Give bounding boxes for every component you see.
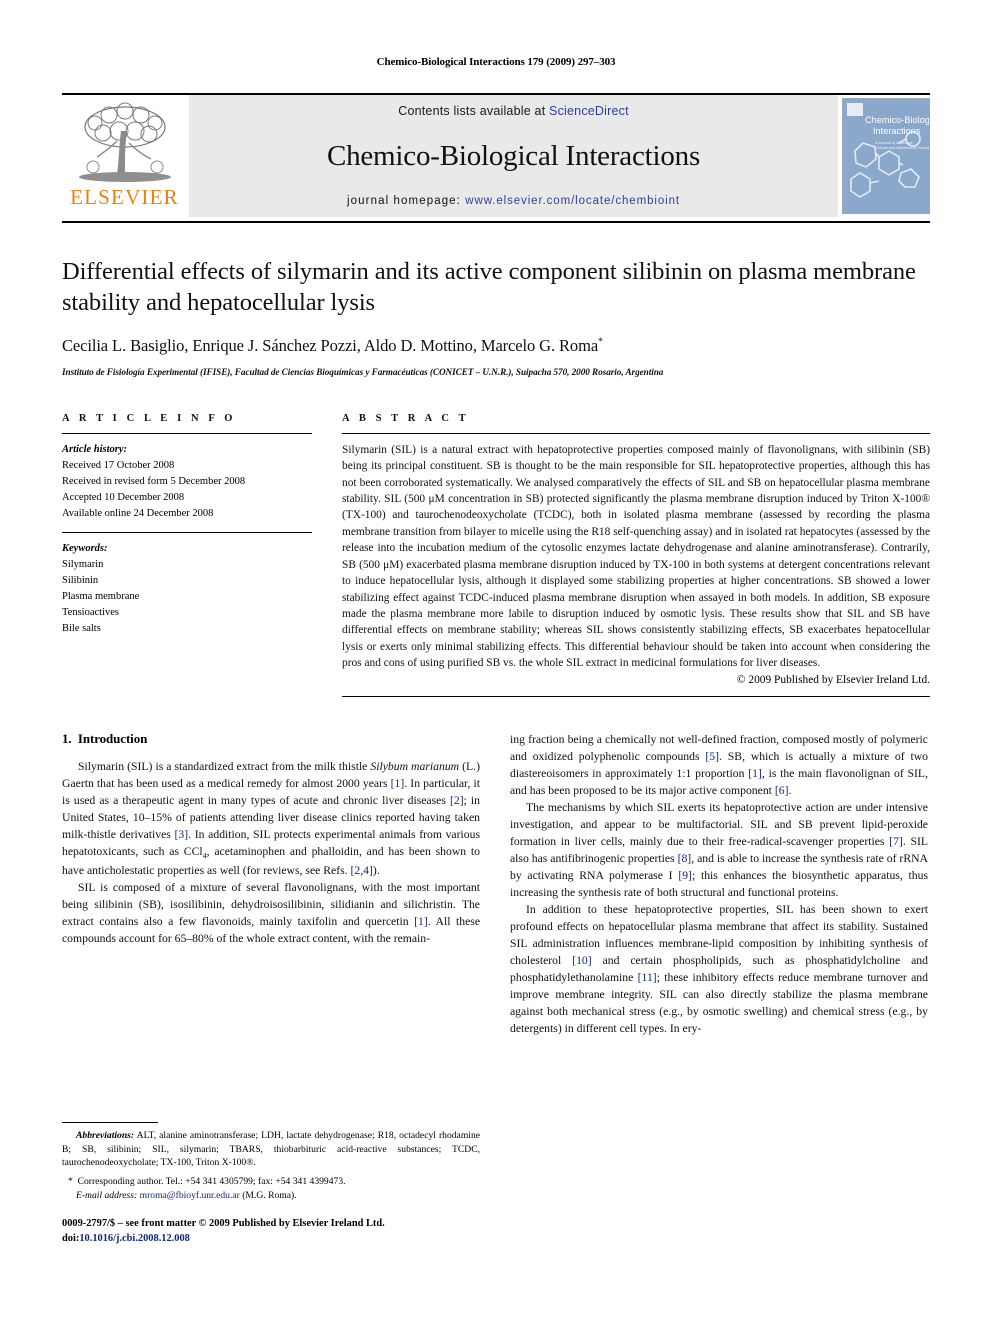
citation-ref[interactable]: [8]: [678, 852, 692, 865]
author-names: Cecilia L. Basiglio, Enrique J. Sánchez …: [62, 335, 599, 355]
section-title-text: Introduction: [77, 730, 148, 746]
corresponding-text: Corresponding author. Tel.: +54 341 4305…: [77, 1175, 346, 1187]
affiliation: Instituto de Fisiología Experimental (IF…: [62, 366, 664, 377]
doi-line: doi:10.1016/j.cbi.2008.12.008: [62, 1232, 492, 1247]
article-info-column: A R T I C L E I N F O Article history: R…: [62, 413, 312, 697]
history-item: Available online 24 December 2008: [62, 507, 214, 519]
journal-cover-thumbnail[interactable]: Chemico-Biological Interactions A Journa…: [842, 95, 930, 217]
species-name: Silybum marianum: [370, 759, 460, 773]
elsevier-tree-icon: [78, 102, 171, 182]
intro-paragraph-3: ing fraction being a chemically not well…: [510, 732, 928, 797]
abbreviations-label: Abbreviations:: [76, 1130, 135, 1141]
journal-article-page: Chemico-Biological Interactions 179 (200…: [0, 0, 992, 1323]
svg-text:Cellular and Biochemical Toxic: Cellular and Biochemical Toxicology: [875, 146, 929, 150]
article-title: Differential effects of silymarin and it…: [62, 258, 916, 317]
sciencedirect-banner: Contents lists available at ScienceDirec…: [189, 95, 838, 217]
citation-ref[interactable]: [2,4]: [351, 864, 373, 877]
contents-prefix-text: Contents lists available at: [398, 104, 550, 118]
svg-text:Interactions: Interactions: [873, 126, 921, 136]
keyword-item: Silymarin: [62, 559, 104, 571]
journal-title: Chemico-Biological Interactions: [326, 140, 701, 172]
corresponding-author-footnote: * Corresponding author. Tel.: +54 341 43…: [62, 1175, 480, 1189]
keywords-block: Keywords: Silymarin Silibinin Plasma mem…: [62, 541, 312, 637]
intro-paragraph-1: Silymarin (SIL) is a standardized extrac…: [62, 759, 481, 877]
section-number: 1.: [62, 730, 72, 746]
keyword-item: Tensioactives: [62, 607, 119, 619]
body-columns: 1. Introduction Silymarin (SIL) is a sta…: [62, 731, 930, 1037]
intro-paragraph-2: SIL is composed of a mixture of several …: [62, 880, 481, 945]
email-link[interactable]: mroma@fbioyf.unr.edu.ar: [140, 1190, 240, 1201]
article-history-block: Article history: Received 17 October 200…: [62, 442, 312, 522]
history-item: Received 17 October 2008: [62, 459, 175, 471]
doi-label: doi:: [62, 1232, 80, 1244]
running-head: Chemico-Biological Interactions 179 (200…: [376, 56, 616, 68]
doi-link[interactable]: 10.1016/j.cbi.2008.12.008: [79, 1233, 190, 1244]
article-info-rule-top: [62, 432, 312, 434]
intro-paragraph-4: The mechanisms by which SIL exerts its h…: [510, 800, 928, 899]
journal-masthead: ELSEVIER Contents lists available at Sci…: [62, 93, 930, 217]
sciencedirect-link[interactable]: ScienceDirect: [549, 104, 629, 118]
journal-cover-image: Chemico-Biological Interactions A Journa…: [842, 98, 930, 214]
citation-ref[interactable]: [11]: [638, 971, 657, 984]
imprint-block: 0009-2797/$ – see front matter © 2009 Pu…: [62, 1217, 492, 1247]
svg-text:Chemico-Biological: Chemico-Biological: [865, 115, 929, 125]
citation-ref[interactable]: [6]: [775, 784, 789, 797]
cover-artwork: Chemico-Biological Interactions A Journa…: [843, 99, 929, 213]
article-info-heading: A R T I C L E I N F O: [62, 412, 237, 424]
corresponding-marker: *: [68, 1175, 73, 1187]
email-label: E-mail address:: [76, 1189, 138, 1201]
citation-ref[interactable]: [1]: [748, 767, 762, 780]
contents-available-line: Contents lists available at ScienceDirec…: [398, 104, 629, 118]
history-item: Accepted 10 December 2008: [62, 491, 185, 503]
citation-ref[interactable]: [1]: [414, 915, 428, 928]
abstract-rule-bottom: [342, 695, 930, 697]
section-heading-introduction: 1. Introduction: [62, 731, 480, 747]
citation-ref[interactable]: [7]: [889, 835, 903, 848]
keywords-label: Keywords:: [62, 543, 108, 555]
email-owner: (M.G. Roma).: [242, 1189, 297, 1201]
abstract-column: A B S T R A C T Silymarin (SIL) is a nat…: [342, 413, 930, 697]
journal-homepage-line: journal homepage: www.elsevier.com/locat…: [347, 195, 680, 207]
issn-line: 0009-2797/$ – see front matter © 2009 Pu…: [62, 1218, 385, 1229]
abbreviations-footnote: Abbreviations: ALT, alanine aminotransfe…: [62, 1129, 480, 1170]
citation-ref[interactable]: [9]: [678, 869, 692, 882]
article-history-label: Article history:: [62, 443, 128, 455]
abstract-heading: A B S T R A C T: [342, 412, 470, 424]
footnote-rule: [62, 1122, 158, 1123]
abstract-rule-top: [342, 432, 930, 434]
citation-ref[interactable]: [2]: [450, 794, 464, 807]
elsevier-logo: ELSEVIER: [62, 95, 187, 217]
intro-paragraph-5: In addition to these hepatoprotective pr…: [510, 902, 928, 1035]
body-column-left: 1. Introduction Silymarin (SIL) is a sta…: [62, 731, 480, 1037]
title-block: Differential effects of silymarin and it…: [62, 256, 930, 377]
citation-ref[interactable]: [5]: [705, 750, 719, 763]
email-footnote: E-mail address: mroma@fbioyf.unr.edu.ar …: [62, 1189, 480, 1203]
info-abstract-row: A R T I C L E I N F O Article history: R…: [62, 413, 930, 697]
journal-homepage-link[interactable]: www.elsevier.com/locate/chembioint: [465, 195, 680, 207]
keyword-item: Silibinin: [62, 575, 99, 587]
homepage-label: journal homepage:: [347, 195, 461, 207]
article-info-rule-mid: [62, 532, 312, 534]
author-list: Cecilia L. Basiglio, Enrique J. Sánchez …: [62, 336, 930, 356]
keyword-item: Plasma membrane: [62, 591, 140, 603]
elsevier-wordmark: ELSEVIER: [70, 185, 179, 209]
svg-text:A Journal of Molecular,: A Journal of Molecular,: [875, 141, 913, 145]
history-item: Received in revised form 5 December 2008: [62, 475, 246, 487]
citation-ref[interactable]: [10]: [572, 954, 591, 967]
citation-ref[interactable]: [1]: [391, 777, 405, 790]
corresponding-author-marker[interactable]: *: [598, 336, 603, 347]
masthead-bottom-rule: [62, 221, 930, 223]
body-column-right: ing fraction being a chemically not well…: [510, 731, 928, 1037]
citation-ref[interactable]: [3]: [175, 828, 189, 841]
keyword-item: Bile salts: [62, 623, 101, 635]
abstract-text: Silymarin (SIL) is a natural extract wit…: [342, 443, 930, 670]
abstract-copyright: © 2009 Published by Elsevier Ireland Ltd…: [736, 673, 930, 686]
footnote-area: Abbreviations: ALT, alanine aminotransfe…: [62, 1122, 480, 1203]
